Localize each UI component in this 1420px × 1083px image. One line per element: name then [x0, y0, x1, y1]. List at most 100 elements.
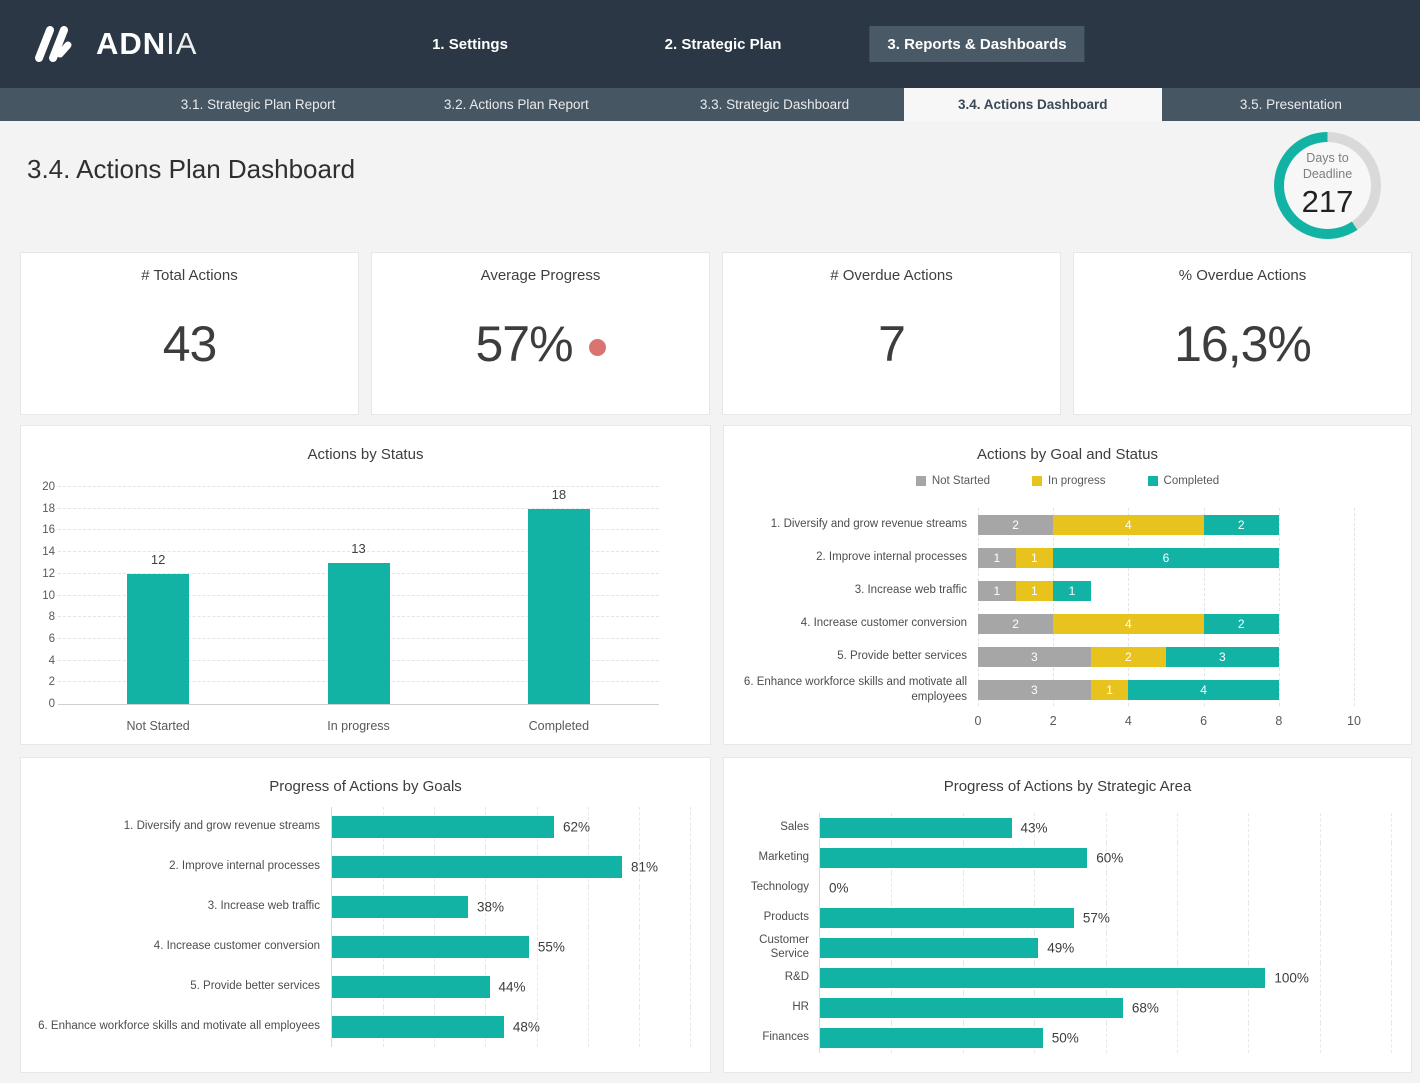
actions-by-status-plot: 121318	[58, 488, 659, 705]
tab-3-5-presentation[interactable]: 3.5. Presentation	[1162, 88, 1420, 121]
gridline	[1248, 843, 1249, 873]
y-tick-label: 18	[29, 503, 55, 515]
gridline	[690, 847, 691, 887]
legend-item-in-progress: In progress	[1032, 475, 1106, 487]
nav-item-3-reports-dashboards[interactable]: 3. Reports & Dashboards	[869, 26, 1084, 62]
category-label: Sales	[724, 821, 819, 835]
row-3-increase-web-traffic: 3. Increase web traffic38%	[21, 887, 710, 927]
gridline	[588, 1007, 589, 1047]
category-label: 1. Diversify and grow revenue streams	[21, 820, 331, 834]
sub-navigation: 3.1. Strategic Plan Report3.2. Actions P…	[0, 88, 1420, 121]
gridline	[690, 927, 691, 967]
bar-track: 48%	[331, 1007, 690, 1047]
category-label: Customer Service	[724, 934, 819, 962]
tab-3-3-strategic-dashboard[interactable]: 3.3. Strategic Dashboard	[645, 88, 903, 121]
gridline	[690, 1007, 691, 1047]
bar-3-increase-web-traffic	[332, 896, 468, 918]
chart-title: Actions by Goal and Status	[724, 446, 1411, 463]
nav-item-2-strategic-plan[interactable]: 2. Strategic Plan	[647, 0, 800, 88]
bar-4-increase-customer-conversion	[332, 936, 529, 958]
adnia-logo-icon	[30, 18, 82, 70]
row-customer-service: Customer Service49%	[724, 933, 1411, 963]
tab-3-1-strategic-plan-report[interactable]: 3.1. Strategic Plan Report	[129, 88, 387, 121]
gridline	[639, 1007, 640, 1047]
chart-actions-by-goal-and-status: Actions by Goal and Status Not StartedIn…	[723, 425, 1412, 745]
y-tick-label: 6	[29, 633, 55, 645]
gridline	[1248, 903, 1249, 933]
bar-value: 48%	[513, 1020, 540, 1035]
gridline	[639, 927, 640, 967]
category-label: Finances	[724, 1031, 819, 1045]
bar-track: 60%	[819, 843, 1391, 873]
gridline	[1320, 1023, 1321, 1053]
tab-3-4-actions-dashboard[interactable]: 3.4. Actions Dashboard	[904, 88, 1162, 121]
kpi-title: # Total Actions	[21, 267, 358, 284]
bar-5-provide-better-services	[332, 976, 490, 998]
segment-in-progress: 1	[1016, 548, 1054, 568]
segment-in-progress: 4	[1053, 515, 1203, 535]
category-label: HR	[724, 1001, 819, 1015]
gridline	[1177, 933, 1178, 963]
nav-item-1-settings[interactable]: 1. Settings	[414, 0, 526, 88]
bar-value: 38%	[477, 900, 504, 915]
row-finances: Finances50%	[724, 1023, 1411, 1053]
gridline	[891, 873, 892, 903]
row-2-improve-internal-processes: 2. Improve internal processes81%	[21, 847, 710, 887]
category-label: 5. Provide better services	[21, 980, 331, 994]
gridline	[1106, 1023, 1107, 1053]
category-label: 6. Enhance workforce skills and motivate…	[21, 1020, 331, 1034]
segment-completed: 3	[1166, 647, 1279, 667]
goal-label: 3. Increase web traffic	[724, 583, 978, 597]
segment-not-started: 1	[978, 548, 1016, 568]
segment-not-started: 3	[978, 680, 1091, 700]
tab-3-2-actions-plan-report[interactable]: 3.2. Actions Plan Report	[387, 88, 645, 121]
gridline	[1391, 873, 1392, 903]
category-label: 4. Increase customer conversion	[21, 940, 331, 954]
gridline	[1391, 903, 1392, 933]
stacked-bar: 242	[978, 515, 1354, 535]
y-tick-label: 10	[29, 590, 55, 602]
stacked-bar: 111	[978, 581, 1354, 601]
bar-track: 62%	[331, 807, 690, 847]
gridline	[1177, 873, 1178, 903]
row-sales: Sales43%	[724, 813, 1411, 843]
gridline	[1106, 933, 1107, 963]
stacked-bar: 323	[978, 647, 1354, 667]
bar-value: 55%	[538, 940, 565, 955]
row-hr: HR68%	[724, 993, 1411, 1023]
kpi-value: 7	[878, 315, 905, 373]
kpi-value-row: 7	[723, 315, 1060, 373]
bar-value: 60%	[1096, 851, 1123, 866]
row-r-d: R&D100%	[724, 963, 1411, 993]
bar-finances	[820, 1028, 1043, 1048]
gridline	[1053, 508, 1054, 706]
bar-rows: 1. Diversify and grow revenue streams62%…	[21, 807, 710, 1047]
bar-rows: Sales43%Marketing60%Technology0%Products…	[724, 813, 1411, 1053]
segment-not-started: 2	[978, 614, 1053, 634]
gridline	[1177, 993, 1178, 1023]
kpi-row: # Total Actions43Average Progress57%# Ov…	[20, 252, 1412, 415]
gridline	[963, 873, 964, 903]
bar-track: 38%	[331, 887, 690, 927]
segment-not-started: 1	[978, 581, 1016, 601]
gridline	[1320, 993, 1321, 1023]
gridline	[1248, 873, 1249, 903]
segment-in-progress: 1	[1016, 581, 1054, 601]
bar-value: 18	[519, 487, 599, 502]
days-to-deadline-gauge: Days to Deadline 217	[1274, 132, 1381, 239]
bar-value: 100%	[1274, 971, 1309, 986]
gridline	[1106, 873, 1107, 903]
bar-products	[820, 908, 1074, 928]
row-1-diversify-and-grow-revenue-s: 1. Diversify and grow revenue streams62%	[21, 807, 710, 847]
kpi-title: Average Progress	[372, 267, 709, 284]
x-category-label: Completed	[479, 719, 639, 733]
y-tick-label: 12	[29, 568, 55, 580]
bar-value: 44%	[499, 980, 526, 995]
segment-in-progress: 4	[1053, 614, 1203, 634]
goal-label: 2. Improve internal processes	[724, 550, 978, 564]
gridline	[1177, 1023, 1178, 1053]
gridline	[1248, 993, 1249, 1023]
gridline	[690, 807, 691, 847]
x-tick-label: 8	[1275, 714, 1282, 728]
status-dot-icon	[589, 339, 606, 356]
